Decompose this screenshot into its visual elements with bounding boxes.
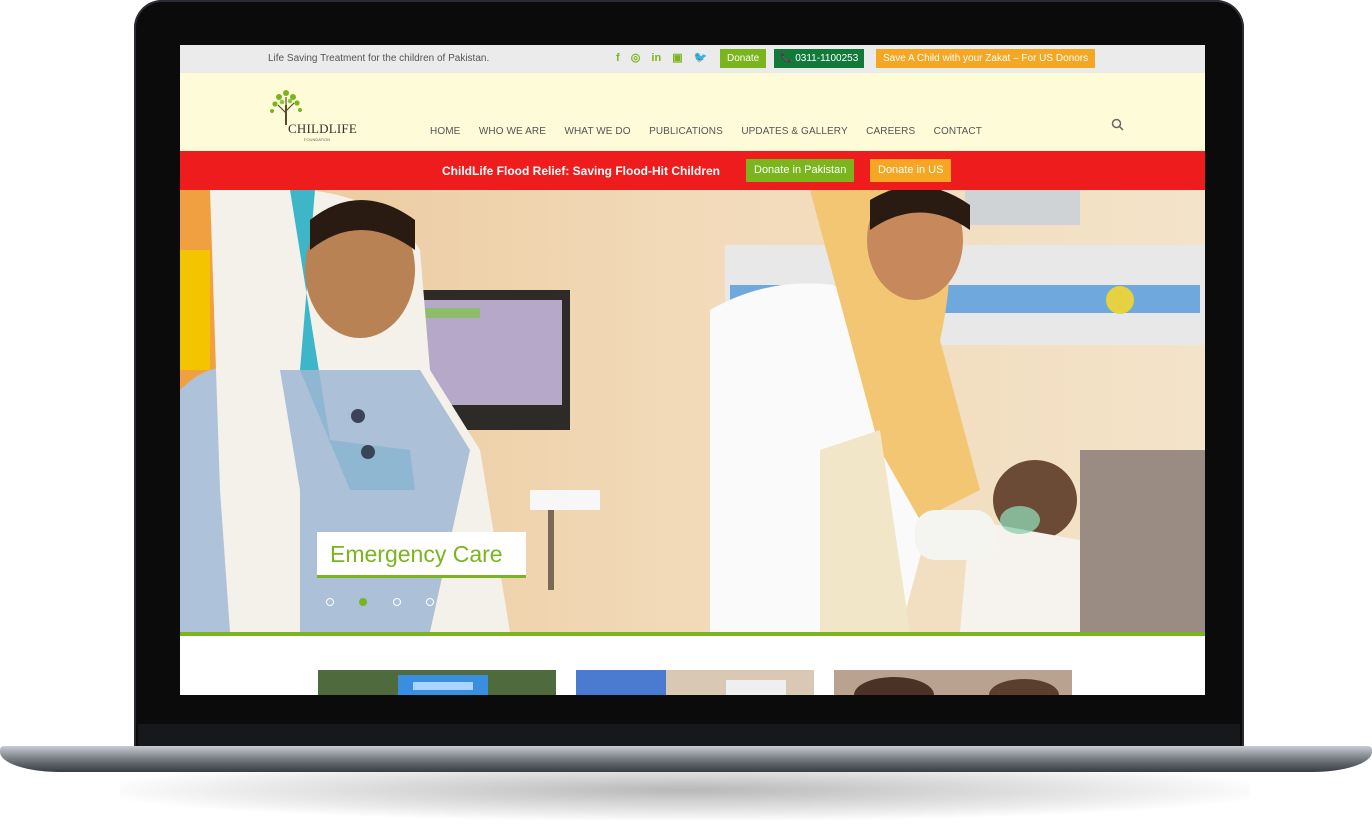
donate-button[interactable]: Donate bbox=[720, 49, 767, 68]
main-nav: HOME WHO WE ARE WHAT WE DO PUBLICATIONS … bbox=[430, 121, 996, 139]
youtube-icon[interactable]: ▣ bbox=[672, 52, 682, 64]
thumbnail-image bbox=[576, 670, 814, 695]
nav-home[interactable]: HOME bbox=[430, 126, 460, 137]
nav-contact[interactable]: CONTACT bbox=[934, 126, 982, 137]
donate-pakistan-button[interactable]: Donate in Pakistan bbox=[746, 159, 855, 182]
logo-subtitle: FOUNDATION bbox=[304, 137, 331, 142]
instagram-icon[interactable]: ◎ bbox=[631, 52, 641, 64]
nav-publications[interactable]: PUBLICATIONS bbox=[649, 126, 723, 137]
linkedin-icon[interactable]: in bbox=[651, 52, 661, 64]
thumbnail-card[interactable] bbox=[318, 670, 556, 695]
facebook-icon[interactable]: f bbox=[616, 52, 620, 64]
slide-caption: Emergency Care bbox=[317, 532, 526, 578]
zakat-button[interactable]: Save A Child with your Zakat – For US Do… bbox=[876, 49, 1096, 68]
slider-dot[interactable] bbox=[426, 598, 435, 606]
search-icon[interactable] bbox=[1110, 117, 1126, 133]
phone-button[interactable]: 📞 0311-1100253 bbox=[774, 49, 865, 68]
slide-caption-text: Emergency Care bbox=[330, 541, 503, 567]
site-logo[interactable]: CHILDLIFE FOUNDATION bbox=[266, 87, 361, 145]
twitter-icon[interactable]: 🐦 bbox=[694, 52, 708, 64]
thumbnail-image bbox=[834, 670, 1072, 695]
tagline: Life Saving Treatment for the children o… bbox=[268, 53, 490, 64]
thumbnail-card[interactable] bbox=[576, 670, 814, 695]
slider-dots bbox=[326, 593, 455, 611]
social-links: f ◎ in ▣ 🐦 bbox=[616, 51, 715, 64]
flood-relief-banner: ChildLife Flood Relief: Saving Flood-Hit… bbox=[180, 151, 1205, 190]
thumbnail-image bbox=[318, 670, 556, 695]
content-section bbox=[180, 636, 1205, 695]
nav-what-we-do[interactable]: WHAT WE DO bbox=[564, 126, 630, 137]
slider-dot-active[interactable] bbox=[359, 598, 368, 606]
donate-us-button[interactable]: Donate in US bbox=[870, 159, 952, 182]
nav-who-we-are[interactable]: WHO WE ARE bbox=[479, 126, 546, 137]
slider-dot[interactable] bbox=[392, 598, 401, 606]
thumbnail-card[interactable] bbox=[834, 670, 1072, 695]
banner-text: ChildLife Flood Relief: Saving Flood-Hit… bbox=[442, 164, 720, 178]
nav-updates-gallery[interactable]: UPDATES & GALLERY bbox=[741, 126, 847, 137]
nav-careers[interactable]: CAREERS bbox=[866, 126, 915, 137]
site-header: CHILDLIFE FOUNDATION HOME WHO WE ARE WHA… bbox=[180, 73, 1205, 151]
logo-name: CHILDLIFE bbox=[288, 121, 357, 136]
top-bar: Life Saving Treatment for the children o… bbox=[180, 45, 1205, 73]
hero-slider[interactable]: Emergency Care bbox=[180, 190, 1205, 632]
slider-dot[interactable] bbox=[326, 598, 334, 606]
website-screen: Life Saving Treatment for the children o… bbox=[180, 45, 1205, 695]
laptop-base bbox=[0, 746, 1372, 772]
